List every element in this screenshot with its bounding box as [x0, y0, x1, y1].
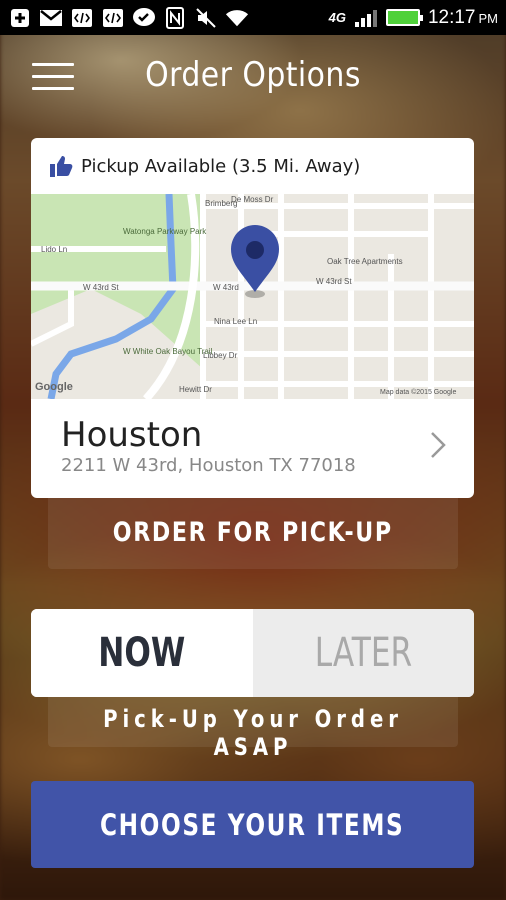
svg-text:W 43rd St: W 43rd St: [83, 283, 119, 292]
asap-label: Pick-Up Your Order ASAP: [48, 697, 458, 761]
signal-icon: [354, 7, 378, 29]
svg-text:W 43rd: W 43rd: [213, 283, 239, 292]
order-for-pickup-button[interactable]: ORDER FOR PICK-UP: [48, 497, 458, 569]
map[interactable]: De Moss Dr Lido Ln Watonga Parkway Park …: [31, 194, 474, 399]
battery-icon: [385, 9, 423, 26]
availability-row: Pickup Available (3.5 Mi. Away): [31, 138, 474, 194]
svg-text:Brimberg: Brimberg: [205, 199, 237, 208]
nfc-icon: [163, 6, 187, 29]
chevron-right-icon: [431, 432, 446, 458]
chat-icon: [132, 7, 156, 29]
location-city: Houston: [61, 415, 203, 455]
timing-toggle: NOW LATER: [31, 609, 474, 697]
availability-text: Pickup Available (3.5 Mi. Away): [81, 155, 361, 177]
svg-text:Hewitt Dr: Hewitt Dr: [179, 385, 212, 394]
page-title: Order Options: [145, 55, 361, 95]
status-bar: 4G 12:17 PM: [0, 0, 506, 35]
location-address: 2211 W 43rd, Houston TX 77018: [61, 455, 356, 476]
svg-text:Nina Lee Ln: Nina Lee Ln: [214, 317, 257, 326]
network-type: 4G: [328, 10, 346, 25]
location-card: Pickup Available (3.5 Mi. Away) De Moss …: [31, 138, 474, 498]
svg-text:Google: Google: [35, 381, 73, 393]
mute-icon: [194, 7, 218, 29]
thumbs-up-icon: [50, 156, 73, 177]
code-icon: [101, 7, 125, 29]
later-option[interactable]: LATER: [252, 609, 474, 697]
add-icon: [8, 7, 32, 29]
gmail-icon: [39, 7, 63, 29]
location-row[interactable]: Houston 2211 W 43rd, Houston TX 77018: [31, 399, 474, 498]
svg-text:W White Oak Bayou Trail: W White Oak Bayou Trail: [123, 347, 213, 356]
svg-text:Map data ©2015 Google: Map data ©2015 Google: [380, 388, 456, 396]
code-icon: [70, 7, 94, 29]
choose-items-button[interactable]: CHOOSE YOUR ITEMS: [31, 781, 474, 868]
svg-text:Oak Tree Apartments: Oak Tree Apartments: [327, 257, 403, 266]
svg-text:W 43rd St: W 43rd St: [316, 277, 352, 286]
svg-text:Watonga Parkway Park: Watonga Parkway Park: [123, 227, 207, 236]
svg-text:Lido Ln: Lido Ln: [41, 245, 67, 254]
wifi-icon: [225, 7, 249, 29]
app-header: Order Options: [0, 35, 506, 120]
status-time: 12:17 PM: [427, 6, 498, 28]
now-option[interactable]: NOW: [31, 609, 253, 697]
